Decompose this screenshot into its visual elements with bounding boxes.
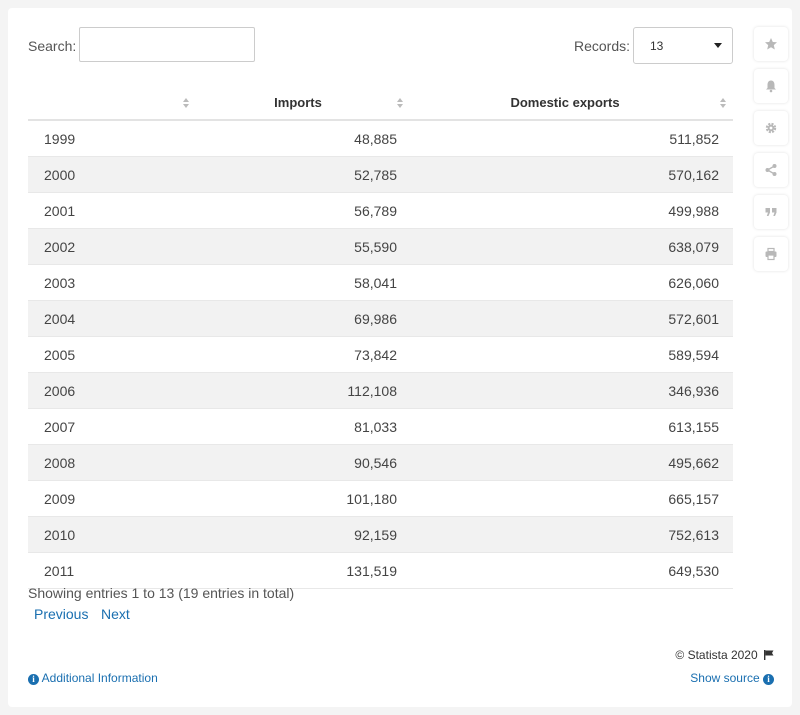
cell-imports: 73,842	[199, 336, 411, 373]
statistic-card: Search: Records: 13 Imports Domestic exp…	[8, 8, 792, 707]
cell-domestic-exports: 589,594	[411, 336, 733, 373]
cell-year: 2005	[28, 336, 199, 373]
table-row: 2006 112,108 346,936	[28, 372, 733, 409]
copyright-text: © Statista 2020	[675, 648, 758, 662]
chevron-down-icon	[714, 43, 722, 48]
action-sidebar	[754, 27, 788, 279]
column-header-label: Imports	[274, 94, 322, 110]
cell-domestic-exports: 613,155	[411, 408, 733, 445]
cell-imports: 52,785	[199, 156, 411, 193]
sort-icon	[397, 98, 403, 108]
cell-domestic-exports: 752,613	[411, 516, 733, 553]
cell-imports: 112,108	[199, 372, 411, 409]
cell-imports: 58,041	[199, 264, 411, 301]
next-page-link[interactable]: Next	[101, 606, 130, 622]
additional-information-label: Additional Information	[41, 671, 158, 685]
search-label: Search:	[28, 38, 77, 54]
cell-domestic-exports: 626,060	[411, 264, 733, 301]
cell-imports: 81,033	[199, 408, 411, 445]
table-row: 2010 92,159 752,613	[28, 516, 733, 553]
table-row: 2003 58,041 626,060	[28, 264, 733, 301]
notification-button[interactable]	[754, 69, 788, 103]
cell-year: 2011	[28, 552, 199, 589]
cite-button[interactable]	[754, 195, 788, 229]
settings-button[interactable]	[754, 111, 788, 145]
cell-domestic-exports: 665,157	[411, 480, 733, 517]
show-source-label: Show source	[690, 671, 760, 685]
quote-icon	[765, 208, 777, 216]
cell-year: 2006	[28, 372, 199, 409]
print-icon	[765, 247, 777, 261]
table-row: 2002 55,590 638,079	[28, 228, 733, 265]
cell-year: 2009	[28, 480, 199, 517]
table-header-row: Imports Domestic exports	[28, 85, 733, 121]
share-button[interactable]	[754, 153, 788, 187]
cell-year: 2004	[28, 300, 199, 337]
table-row: 2005 73,842 589,594	[28, 336, 733, 373]
cell-year: 2010	[28, 516, 199, 553]
cell-year: 2008	[28, 444, 199, 481]
cell-year: 2007	[28, 408, 199, 445]
cell-year: 1999	[28, 120, 199, 157]
cell-domestic-exports: 495,662	[411, 444, 733, 481]
cell-imports: 55,590	[199, 228, 411, 265]
cell-domestic-exports: 511,852	[411, 120, 733, 157]
previous-page-link[interactable]: Previous	[34, 606, 88, 622]
cell-imports: 90,546	[199, 444, 411, 481]
flag-icon[interactable]	[764, 650, 774, 660]
column-header-imports[interactable]: Imports	[199, 85, 411, 121]
column-header-domestic-exports[interactable]: Domestic exports	[411, 85, 733, 121]
table-row: 2009 101,180 665,157	[28, 480, 733, 517]
cell-imports: 69,986	[199, 300, 411, 337]
cell-domestic-exports: 649,530	[411, 552, 733, 589]
table-row: 2007 81,033 613,155	[28, 408, 733, 445]
search-input[interactable]	[79, 27, 255, 62]
bell-icon	[766, 80, 776, 93]
pagination-info: Showing entries 1 to 13 (19 entries in t…	[28, 585, 295, 601]
column-header-label: Domestic exports	[510, 94, 620, 110]
info-icon: i	[28, 674, 39, 685]
cell-imports: 56,789	[199, 192, 411, 229]
cell-imports: 48,885	[199, 120, 411, 157]
favorite-button[interactable]	[754, 27, 788, 61]
cell-year: 2001	[28, 192, 199, 229]
table-row: 1999 48,885 511,852	[28, 120, 733, 157]
cell-year: 2002	[28, 228, 199, 265]
table-row: 2001 56,789 499,988	[28, 192, 733, 229]
cell-year: 2003	[28, 264, 199, 301]
table-row: 2000 52,785 570,162	[28, 156, 733, 193]
cell-domestic-exports: 570,162	[411, 156, 733, 193]
records-label: Records:	[574, 38, 631, 54]
records-select[interactable]: 13	[633, 27, 733, 64]
table-row: 2004 69,986 572,601	[28, 300, 733, 337]
sort-icon	[720, 98, 726, 108]
cell-domestic-exports: 638,079	[411, 228, 733, 265]
column-header-year[interactable]	[28, 85, 199, 121]
share-icon	[765, 164, 777, 176]
records-value: 13	[650, 39, 664, 53]
copyright: © Statista 2020	[675, 648, 774, 662]
cell-domestic-exports: 572,601	[411, 300, 733, 337]
star-icon	[765, 38, 777, 50]
data-table: Imports Domestic exports 1999 48,885 511…	[28, 85, 733, 589]
print-button[interactable]	[754, 237, 788, 271]
sort-icon	[183, 98, 189, 108]
additional-information-link[interactable]: i Additional Information	[28, 671, 158, 685]
show-source-link[interactable]: Show source i	[690, 671, 774, 685]
cell-imports: 131,519	[199, 552, 411, 589]
cell-domestic-exports: 499,988	[411, 192, 733, 229]
cell-imports: 92,159	[199, 516, 411, 553]
gear-icon	[765, 122, 777, 134]
cell-imports: 101,180	[199, 480, 411, 517]
info-icon: i	[763, 674, 774, 685]
table-row: 2011 131,519 649,530	[28, 552, 733, 589]
cell-domestic-exports: 346,936	[411, 372, 733, 409]
cell-year: 2000	[28, 156, 199, 193]
table-row: 2008 90,546 495,662	[28, 444, 733, 481]
